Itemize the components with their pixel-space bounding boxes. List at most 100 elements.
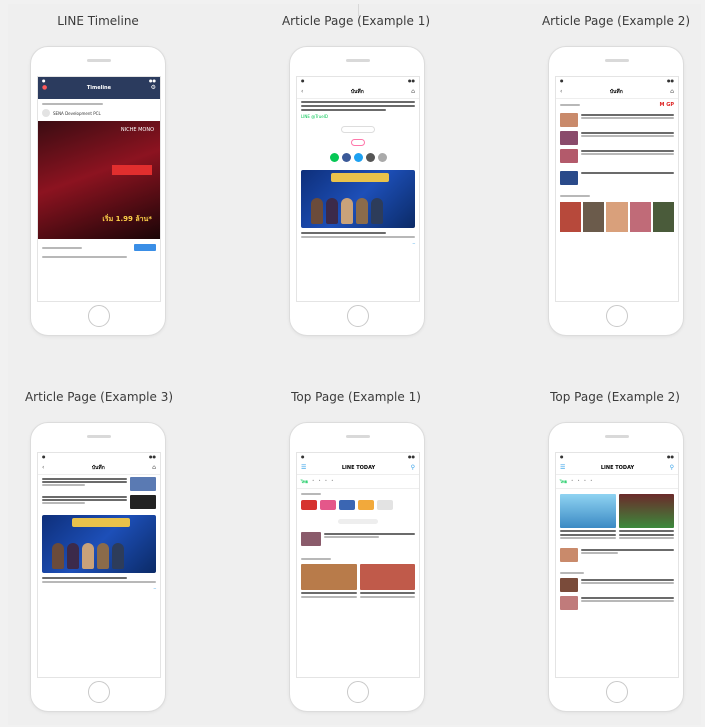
list-item[interactable] xyxy=(556,147,678,165)
banner-characters xyxy=(52,543,124,569)
phone-speaker xyxy=(346,59,370,62)
image-strip[interactable] xyxy=(556,199,678,235)
label-top-2: Top Page (Example 2) xyxy=(550,390,680,404)
status-bar: ● ●● xyxy=(301,78,415,83)
phone-article-2: ● ●● ‹ บันทึก ⌂ M GP xyxy=(548,46,684,336)
more-partners-link[interactable] xyxy=(338,519,378,524)
list-item[interactable] xyxy=(556,576,678,594)
grid-item[interactable] xyxy=(301,564,357,599)
top-nav-title: LINE TODAY xyxy=(600,464,635,471)
link-share-icon[interactable] xyxy=(365,153,375,162)
text-line xyxy=(301,105,415,107)
back-icon[interactable]: ‹ xyxy=(560,88,562,95)
text-line xyxy=(301,109,387,111)
home-button xyxy=(347,681,369,703)
grid-item[interactable] xyxy=(618,494,674,540)
search-icon[interactable]: ⚲ xyxy=(670,464,674,471)
top-1-screen: ● ●● ☰ LINE TODAY ⚲ ไทย • • • • xyxy=(296,452,420,678)
list-item[interactable] xyxy=(556,129,678,147)
back-icon[interactable]: ‹ xyxy=(42,464,44,471)
like-button[interactable] xyxy=(351,139,365,146)
article-nav-title: บันทึก xyxy=(91,464,105,471)
phone-speaker xyxy=(605,435,629,438)
article-nav-title: บันทึก xyxy=(350,88,364,95)
section-heading xyxy=(560,572,584,574)
facebook-share-icon[interactable] xyxy=(341,153,351,162)
tab[interactable]: • xyxy=(584,478,586,485)
phone-article-1: ● ●● ‹ บันทึก ⌂ LINE @TrueID ─ xyxy=(289,46,425,336)
tab-thai[interactable]: ไทย xyxy=(560,478,567,485)
home-icon[interactable]: ⌂ xyxy=(411,88,415,95)
partner-logo[interactable] xyxy=(339,500,355,510)
promo-tag xyxy=(112,165,152,175)
home-icon[interactable]: ⌂ xyxy=(152,464,156,471)
promo-price: เริ่ม 1.99 ล้าน* xyxy=(102,215,152,223)
top-nav-title: LINE TODAY xyxy=(341,464,376,471)
home-button xyxy=(88,305,110,327)
list-item[interactable] xyxy=(297,530,419,548)
list-item[interactable] xyxy=(38,475,160,493)
section-heading xyxy=(560,104,580,106)
menu-icon[interactable]: ☰ xyxy=(560,464,565,471)
status-bar: ● ●● xyxy=(560,454,674,459)
status-bar: ● ●● xyxy=(42,78,156,83)
avatar xyxy=(42,109,50,117)
home-icon[interactable]: ⌂ xyxy=(670,88,674,95)
tab[interactable]: • xyxy=(312,478,314,485)
partner-logo[interactable] xyxy=(301,500,317,510)
menu-icon[interactable]: ☰ xyxy=(301,464,306,471)
cta-button[interactable] xyxy=(134,244,156,251)
label-top-1: Top Page (Example 1) xyxy=(291,390,421,404)
more-link[interactable]: ─ xyxy=(38,585,160,592)
text-line xyxy=(42,256,128,258)
article-banner[interactable] xyxy=(42,515,156,573)
tab[interactable]: • xyxy=(577,478,579,485)
promo-image[interactable]: NICHE MONO เริ่ม 1.99 ล้าน* xyxy=(38,121,160,239)
line-share-icon[interactable] xyxy=(329,153,339,162)
article-navbar: ‹ บันทึก ⌂ xyxy=(38,461,160,475)
section-heading xyxy=(301,493,321,495)
list-item[interactable] xyxy=(556,169,678,187)
settings-icon[interactable]: ⚙ xyxy=(151,85,156,91)
section-heading xyxy=(301,558,331,560)
tab[interactable]: • xyxy=(331,478,333,485)
list-item[interactable] xyxy=(556,546,678,564)
list-item[interactable] xyxy=(556,594,678,612)
list-item[interactable] xyxy=(556,111,678,129)
grid-item[interactable] xyxy=(560,494,616,540)
phone-speaker xyxy=(87,59,111,62)
read-more-button[interactable] xyxy=(341,126,375,133)
tab[interactable]: • xyxy=(571,478,573,485)
status-bar: ● ●● xyxy=(42,454,156,459)
timeline-title: Timeline xyxy=(86,85,111,91)
list-item[interactable] xyxy=(38,493,160,511)
article-link[interactable]: LINE @TrueID xyxy=(297,113,419,120)
status-bar: ● ●● xyxy=(301,454,415,459)
search-icon[interactable]: ⚲ xyxy=(411,464,415,471)
label-line-timeline: LINE Timeline xyxy=(57,14,139,28)
more-link[interactable]: ─ xyxy=(297,240,419,247)
timeline-screen: ● ●● ● Timeline ⚙ SENA Development PCL NI… xyxy=(37,76,161,302)
article-grid xyxy=(297,562,419,601)
partner-logo[interactable] xyxy=(320,500,336,510)
text-line xyxy=(301,101,415,103)
tab[interactable]: • xyxy=(590,478,592,485)
tab-thai[interactable]: ไทย xyxy=(301,478,308,485)
partner-logo[interactable] xyxy=(358,500,374,510)
article-banner[interactable] xyxy=(301,170,415,228)
twitter-share-icon[interactable] xyxy=(353,153,363,162)
article-navbar: ‹ บันทึก ⌂ xyxy=(556,85,678,99)
home-button xyxy=(347,305,369,327)
banner-characters xyxy=(311,198,383,224)
more-share-icon[interactable] xyxy=(377,153,387,162)
tab[interactable]: • xyxy=(318,478,320,485)
text-line xyxy=(301,236,415,238)
tab[interactable]: • xyxy=(325,478,327,485)
notification-icon[interactable]: ● xyxy=(42,85,47,91)
partner-logo[interactable] xyxy=(377,500,393,510)
phone-article-3: ● ●● ‹ บันทึก ⌂ ─ xyxy=(30,422,166,712)
promo-brand: NICHE MONO xyxy=(120,127,154,133)
grid-item[interactable] xyxy=(359,564,415,599)
back-icon[interactable]: ‹ xyxy=(301,88,303,95)
home-button xyxy=(606,305,628,327)
